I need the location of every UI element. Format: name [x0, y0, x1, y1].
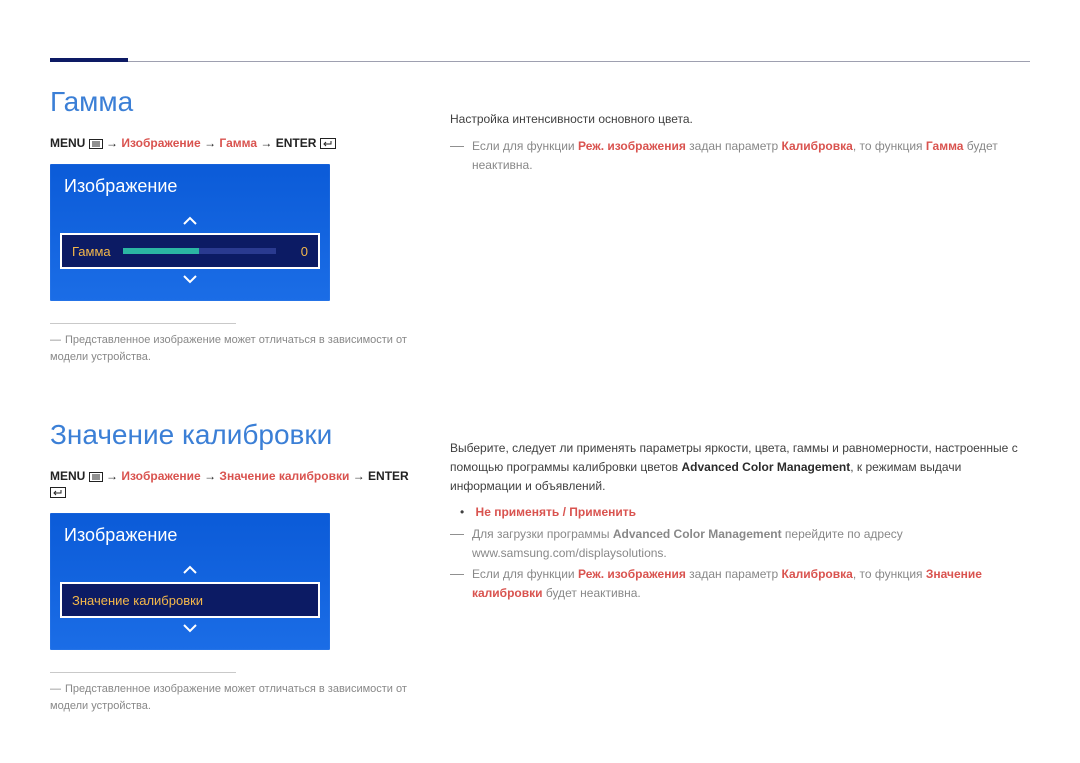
- menu-icon: [89, 138, 103, 152]
- calibration-breadcrumb: MENU → Изображение → Значение калибровки…: [50, 469, 410, 501]
- osd-row-label: Значение калибровки: [72, 593, 203, 608]
- osd-header: Изображение: [50, 164, 330, 211]
- osd-down-arrow[interactable]: [50, 620, 330, 638]
- gamma-osd-panel: Изображение Гамма 0: [50, 164, 330, 301]
- calibration-osd-panel: Изображение Значение калибровки: [50, 513, 330, 650]
- breadcrumb-menu: MENU: [50, 136, 85, 150]
- gamma-description: Настройка интенсивности основного цвета.: [450, 110, 1030, 129]
- osd-calibration-row[interactable]: Значение калибровки: [60, 582, 320, 618]
- osd-up-arrow[interactable]: [50, 562, 330, 580]
- enter-icon: [50, 487, 66, 501]
- gamma-slider[interactable]: [123, 248, 276, 254]
- osd-up-arrow[interactable]: [50, 213, 330, 231]
- gamma-breadcrumb: MENU → Изображение → Гамма → ENTER: [50, 136, 410, 152]
- calibration-caption: ―Представленное изображение может отлича…: [50, 681, 410, 714]
- breadcrumb-gamma: Гамма: [219, 136, 257, 150]
- calibration-heading: Значение калибровки: [50, 419, 410, 451]
- gamma-heading: Гамма: [50, 86, 410, 118]
- osd-gamma-row[interactable]: Гамма 0: [60, 233, 320, 269]
- breadcrumb-image: Изображение: [121, 136, 200, 150]
- menu-icon: [89, 471, 103, 485]
- osd-down-arrow[interactable]: [50, 271, 330, 289]
- breadcrumb-enter: ENTER: [276, 136, 317, 150]
- calibration-description: Выберите, следует ли применять параметры…: [450, 439, 1030, 497]
- gamma-note: ― Если для функции Реж. изображения зада…: [450, 137, 1030, 175]
- breadcrumb-image: Изображение: [121, 469, 200, 483]
- calibration-note-download: ― Для загрузки программы Advanced Color …: [450, 525, 1030, 563]
- calibration-options: Не применять / Применить: [460, 505, 1030, 519]
- osd-header: Изображение: [50, 513, 330, 560]
- osd-row-label: Гамма: [72, 244, 111, 259]
- enter-icon: [320, 138, 336, 152]
- gamma-caption: ―Представленное изображение может отлича…: [50, 332, 410, 365]
- caption-rule: [50, 323, 236, 324]
- breadcrumb-enter: ENTER: [368, 469, 409, 483]
- calibration-note-inactive: ― Если для функции Реж. изображения зада…: [450, 565, 1030, 603]
- caption-rule: [50, 672, 236, 673]
- breadcrumb-menu: MENU: [50, 469, 85, 483]
- osd-row-value: 0: [288, 244, 308, 259]
- breadcrumb-calibration: Значение калибровки: [219, 469, 349, 483]
